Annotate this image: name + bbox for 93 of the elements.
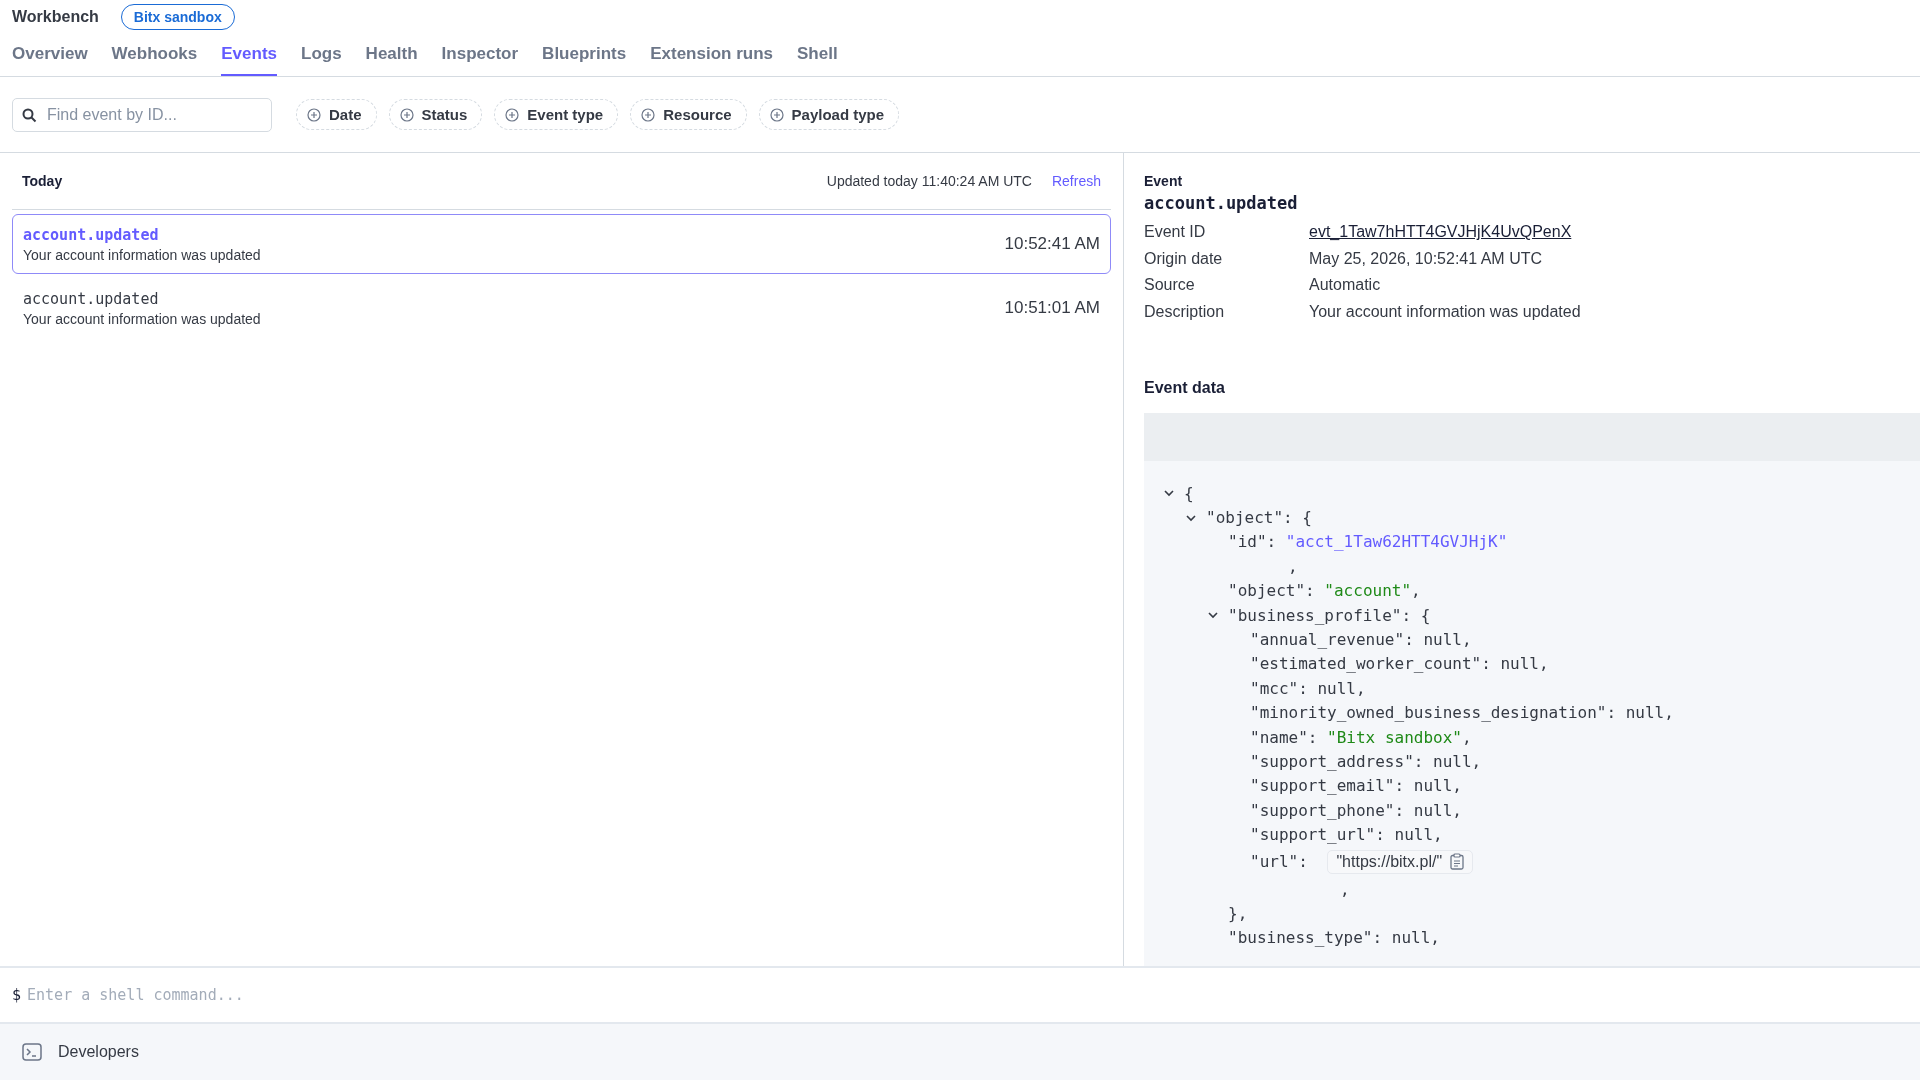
json-value: null bbox=[1433, 752, 1472, 771]
field-label: Source bbox=[1144, 276, 1196, 295]
json-key: "support_email": bbox=[1250, 776, 1405, 796]
plus-circle-icon bbox=[307, 107, 321, 122]
json-comma: , bbox=[1461, 727, 1472, 747]
nav-tab[interactable]: Logs bbox=[301, 34, 342, 76]
json-comma: , bbox=[1433, 825, 1443, 845]
json-key: "minority_owned_business_designation": bbox=[1250, 703, 1617, 723]
event-row[interactable]: account.updated Your account information was updated 10:51:01 AM bbox=[12, 278, 1111, 338]
json-key: "url": bbox=[1250, 852, 1308, 872]
refresh-link[interactable]: Refresh bbox=[1051, 173, 1101, 189]
field-value: Automatic bbox=[1309, 276, 1381, 295]
json-key: "name": bbox=[1250, 727, 1318, 747]
section-label: Event bbox=[1144, 173, 1184, 189]
event-time: 10:51:01 AM bbox=[1004, 298, 1100, 318]
filter-chip[interactable]: Event type bbox=[494, 99, 619, 130]
filter-chip[interactable]: Payload type bbox=[758, 99, 900, 130]
json-comma: , bbox=[1355, 678, 1366, 698]
app-title: Workbench bbox=[12, 8, 99, 26]
event-type: account.updated bbox=[23, 289, 160, 308]
search-icon bbox=[22, 107, 37, 123]
json-comma: , bbox=[1452, 776, 1462, 796]
json-brace: { bbox=[1184, 483, 1194, 503]
nav-tab[interactable]: Inspector bbox=[441, 34, 519, 76]
json-value: null bbox=[1317, 678, 1356, 698]
nav-tab[interactable]: Webhooks bbox=[111, 34, 198, 76]
event-type: account.updated bbox=[23, 225, 160, 244]
json-brace: { bbox=[1302, 508, 1312, 528]
json-value: null bbox=[1394, 825, 1434, 845]
json-key: "support_phone": bbox=[1250, 800, 1405, 820]
json-comma: , bbox=[1288, 556, 1298, 576]
event-id-link[interactable]: evt_1Taw7hHTT4GVJHjK4UvQPenX bbox=[1309, 223, 1572, 242]
json-value: null bbox=[1391, 928, 1431, 948]
json-comma: , bbox=[1452, 800, 1462, 820]
event-time: 10:52:41 AM bbox=[1004, 234, 1100, 254]
filter-chip[interactable]: Date bbox=[296, 99, 377, 130]
field-label: Description bbox=[1144, 302, 1226, 321]
json-key: "id": bbox=[1228, 532, 1277, 552]
json-comma: , bbox=[1430, 928, 1440, 948]
nav-tab[interactable]: Overview bbox=[12, 34, 88, 76]
json-line: }, bbox=[1228, 903, 1248, 923]
json-key: "annual_revenue": bbox=[1250, 630, 1414, 650]
json-key: "estimated_worker_count": bbox=[1250, 654, 1491, 674]
json-comma: , bbox=[1471, 752, 1482, 771]
plus-circle-icon bbox=[769, 107, 784, 122]
nav-tab[interactable]: Health bbox=[365, 34, 418, 76]
field-label: Origin date bbox=[1144, 249, 1224, 268]
filter-chip[interactable]: Resource bbox=[630, 99, 747, 130]
updated-time: Updated today 11:40:24 AM UTC bbox=[826, 173, 1032, 189]
json-value: "account" bbox=[1324, 581, 1412, 601]
group-heading: Today bbox=[22, 173, 64, 189]
json-comma: , bbox=[1539, 654, 1549, 674]
section-heading: Event data bbox=[1144, 379, 1226, 397]
json-key: "support_url": bbox=[1250, 825, 1385, 845]
event-title: account.updated bbox=[1144, 193, 1299, 213]
nav-tab[interactable]: Shell bbox=[797, 34, 838, 76]
json-comma: , bbox=[1664, 703, 1674, 723]
json-value: null bbox=[1413, 776, 1453, 796]
json-key: "support_address": bbox=[1250, 752, 1424, 771]
json-value: null bbox=[1500, 654, 1539, 674]
event-row[interactable]: account.updated Your account information was updated 10:52:41 AM bbox=[12, 214, 1111, 274]
json-key: "object": bbox=[1206, 508, 1293, 528]
json-comma: , bbox=[1461, 630, 1472, 650]
json-comma: , bbox=[1411, 581, 1421, 601]
json-key: "business_profile": bbox=[1228, 605, 1412, 625]
json-key: "mcc": bbox=[1250, 678, 1308, 698]
plus-circle-icon bbox=[505, 107, 520, 122]
footer-label: Developers bbox=[58, 1043, 139, 1061]
url-value[interactable]: "https://bitx.pl/" bbox=[1327, 849, 1474, 874]
field-value: Your account information was updated bbox=[1309, 302, 1581, 321]
search-field[interactable]: Find event by ID... bbox=[12, 97, 272, 132]
json-key: "object": bbox=[1228, 581, 1315, 601]
plus-circle-icon bbox=[399, 107, 414, 122]
plus-circle-icon bbox=[641, 107, 656, 122]
json-value: null bbox=[1413, 800, 1453, 820]
event-description: Your account information was updated bbox=[23, 246, 262, 263]
nav-tab[interactable]: Events bbox=[221, 34, 277, 76]
clipboard-icon[interactable] bbox=[1450, 853, 1465, 871]
prompt-symbol: $ bbox=[12, 986, 22, 1004]
field-value: May 25, 2026, 10:52:41 AM UTC bbox=[1309, 249, 1542, 268]
filter-chip[interactable]: Status bbox=[388, 99, 483, 130]
nav-tab[interactable]: Extension runs bbox=[650, 34, 773, 76]
event-description: Your account information was updated bbox=[23, 310, 262, 327]
terminal-icon bbox=[22, 1043, 42, 1061]
json-value: "Bitx sandbox" bbox=[1327, 727, 1462, 747]
json-brace: { bbox=[1420, 605, 1431, 625]
json-key: "business_type": bbox=[1228, 928, 1383, 948]
json-value: null bbox=[1625, 703, 1665, 723]
field-label: Event ID bbox=[1144, 223, 1207, 242]
json-value: null bbox=[1423, 630, 1462, 650]
json-comma: , bbox=[1340, 879, 1350, 899]
json-value: "acct_1Taw62HTT4GVJHjK" bbox=[1285, 532, 1508, 552]
nav-tab[interactable]: Blueprints bbox=[542, 34, 627, 76]
